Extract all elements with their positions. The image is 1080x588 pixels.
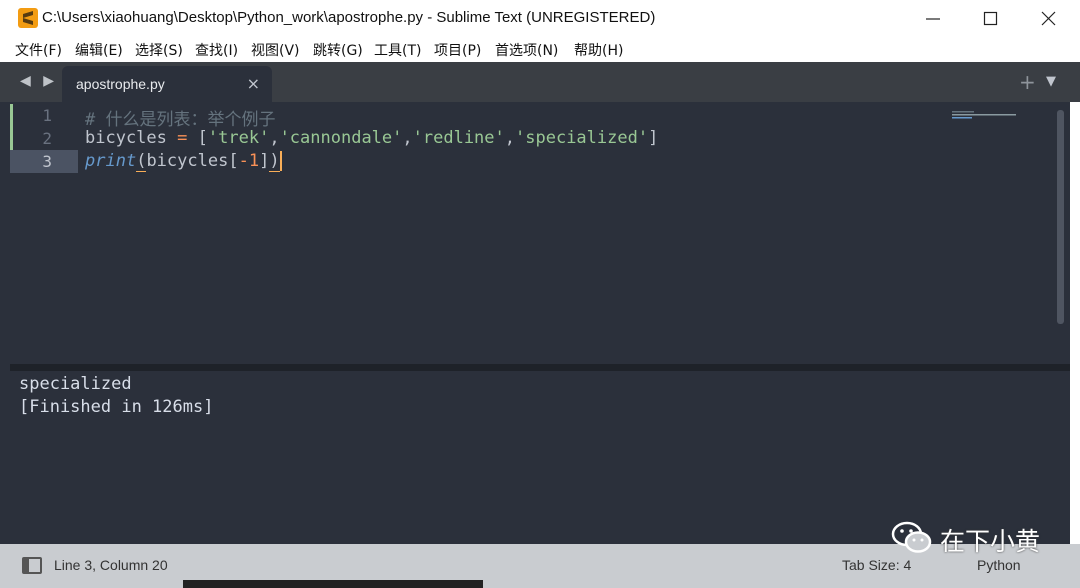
tab-dropdown-icon[interactable]: ▼ bbox=[1046, 74, 1056, 89]
paren: ( bbox=[136, 151, 147, 172]
taskbar-fragment bbox=[183, 580, 483, 588]
menu-edit[interactable]: 编辑(E) bbox=[75, 40, 123, 60]
close-icon bbox=[1041, 11, 1056, 26]
tab-label: apostrophe.py bbox=[76, 76, 165, 92]
watermark-text: 在下小黄 bbox=[940, 527, 1041, 556]
code-line-2[interactable]: bicycles = ['trek','cannondale','redline… bbox=[85, 128, 658, 148]
bracket: [ bbox=[197, 128, 208, 148]
menu-selection[interactable]: 选择(S) bbox=[135, 40, 183, 60]
maximize-button[interactable] bbox=[963, 0, 1021, 36]
comma: , bbox=[269, 128, 280, 148]
operator: - bbox=[238, 151, 249, 171]
variable: bicycles bbox=[146, 151, 229, 171]
tab-apostrophe[interactable]: apostrophe.py × bbox=[62, 66, 272, 102]
code-line-3[interactable]: print(bicycles[-1]) bbox=[85, 151, 282, 172]
sublime-icon bbox=[18, 8, 38, 28]
menu-preferences[interactable]: 首选项(N) bbox=[495, 40, 558, 60]
comma: , bbox=[504, 128, 516, 148]
right-edge bbox=[1070, 102, 1080, 544]
window-title: C:\Users\xiaohuang\Desktop\Python_work\a… bbox=[42, 9, 656, 26]
vertical-scrollbar[interactable] bbox=[1057, 110, 1064, 324]
menu-bar: 文件(F) 编辑(E) 选择(S) 查找(I) 视图(V) 跳转(G) 工具(T… bbox=[0, 36, 1080, 62]
string-literal: 'redline' bbox=[412, 128, 505, 148]
string-literal: 'cannondale' bbox=[279, 128, 403, 148]
title-bar: C:\Users\xiaohuang\Desktop\Python_work\a… bbox=[0, 0, 1080, 36]
number-literal: 1 bbox=[248, 151, 260, 171]
minimize-button[interactable] bbox=[905, 0, 963, 36]
code-editor[interactable]: 1 2 3 # 什么是列表：举个例子 bicycles = ['trek','c… bbox=[10, 102, 1070, 364]
menu-help[interactable]: 帮助(H) bbox=[574, 40, 623, 60]
paren: ) bbox=[269, 151, 280, 172]
string-literal: 'trek' bbox=[207, 128, 270, 148]
tab-close-icon[interactable]: × bbox=[247, 74, 260, 93]
tab-nav-arrows-icon[interactable]: ◀ ▶ bbox=[20, 73, 58, 89]
menu-find[interactable]: 查找(I) bbox=[195, 40, 238, 60]
line-number: 3 bbox=[42, 152, 52, 171]
string-literal: 'specialized' bbox=[515, 128, 649, 148]
output-line: specialized bbox=[19, 374, 132, 394]
comment: # 什么是列表：举个例子 bbox=[85, 110, 276, 130]
line-number: 1 bbox=[42, 106, 52, 125]
minimap[interactable] bbox=[952, 104, 1022, 119]
tab-bar: ◀ ▶ apostrophe.py × + ▼ bbox=[0, 62, 1080, 102]
menu-goto[interactable]: 跳转(G) bbox=[313, 40, 363, 60]
output-line: [Finished in 126ms] bbox=[19, 397, 214, 417]
bracket: [ bbox=[228, 151, 239, 171]
syntax-selector[interactable]: Python bbox=[977, 557, 1021, 573]
close-button[interactable] bbox=[1021, 0, 1079, 36]
menu-view[interactable]: 视图(V) bbox=[251, 40, 300, 60]
left-edge bbox=[0, 102, 10, 544]
builtin-function: print bbox=[85, 151, 137, 171]
line-number: 2 bbox=[42, 129, 52, 148]
panel-toggle-icon[interactable] bbox=[22, 557, 42, 574]
text-cursor bbox=[279, 151, 282, 171]
bracket: ] bbox=[259, 151, 270, 171]
maximize-icon bbox=[983, 11, 998, 26]
comma: , bbox=[402, 128, 413, 148]
variable: bicycles bbox=[85, 128, 167, 148]
menu-file[interactable]: 文件(F) bbox=[15, 40, 62, 60]
wechat-icon bbox=[890, 519, 934, 561]
code-line-1[interactable]: # 什么是列表：举个例子 bbox=[85, 105, 275, 130]
minimize-icon bbox=[926, 18, 940, 20]
cursor-position: Line 3, Column 20 bbox=[54, 557, 168, 573]
menu-tools[interactable]: 工具(T) bbox=[374, 40, 421, 60]
operator: = bbox=[177, 128, 188, 148]
new-tab-icon[interactable]: + bbox=[1019, 70, 1036, 94]
bracket: ] bbox=[648, 128, 659, 148]
menu-project[interactable]: 项目(P) bbox=[434, 40, 481, 60]
